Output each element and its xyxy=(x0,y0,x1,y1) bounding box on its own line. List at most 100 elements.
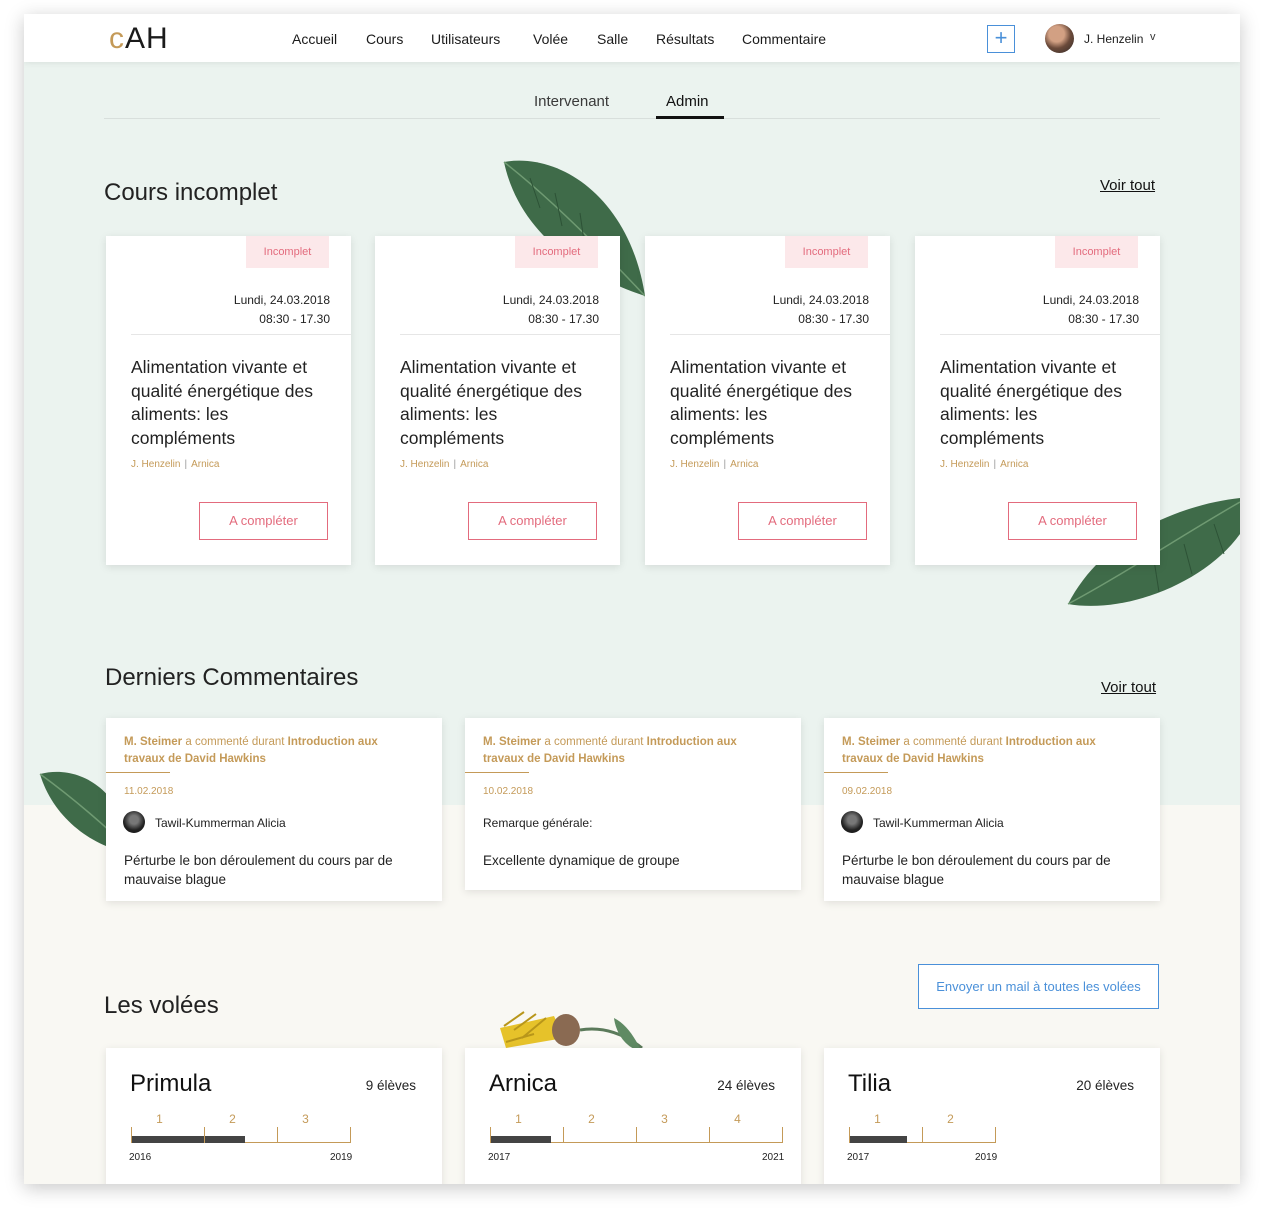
course-meta: J. Henzelin | Arnica xyxy=(670,459,758,470)
comment-subject[interactable]: Tawil-Kummerman Alicia xyxy=(155,816,286,830)
student-count: 9 élèves xyxy=(365,1078,416,1093)
course-title[interactable]: Alimentation vivante et qualité énergéti… xyxy=(131,356,336,450)
user-avatar[interactable] xyxy=(1045,24,1074,53)
year-label: 1 xyxy=(515,1112,522,1126)
meta-separator: | xyxy=(723,459,727,470)
meta-separator: | xyxy=(184,459,188,470)
end-year: 2019 xyxy=(330,1152,353,1163)
comments-view-all-link[interactable]: Voir tout xyxy=(1101,679,1156,696)
course-author[interactable]: J. Henzelin xyxy=(400,459,449,470)
volee-name: Arnica xyxy=(489,1070,558,1097)
year-label: 2 xyxy=(229,1112,236,1126)
comment-text: Pérturbe le bon déroulement du cours par… xyxy=(842,853,1111,887)
course-group[interactable]: Arnica xyxy=(1000,459,1028,470)
send-mail-all-volees-button[interactable]: Envoyer un mail à toutes les volées xyxy=(918,964,1159,1009)
comment-divider xyxy=(106,772,170,773)
nav-resultats[interactable]: Résultats xyxy=(656,31,714,47)
course-title[interactable]: Alimentation vivante et qualité énergéti… xyxy=(670,356,875,450)
volee-timeline: 1 2 2017 2019 xyxy=(847,1112,1149,1163)
flower-illustration xyxy=(500,1011,643,1052)
comment-subject[interactable]: Tawil-Kummerman Alicia xyxy=(873,816,1004,830)
tab-intervenant[interactable]: Intervenant xyxy=(534,93,609,110)
courses-section-title: Cours incomplet xyxy=(104,179,278,206)
user-name[interactable]: J. Henzelin xyxy=(1084,32,1143,46)
volee-name: Primula xyxy=(130,1070,212,1097)
course-title[interactable]: Alimentation vivante et qualité énergéti… xyxy=(940,356,1145,450)
course-group[interactable]: Arnica xyxy=(730,459,758,470)
comments-section-title: Derniers Commentaires xyxy=(105,664,359,691)
complete-course-button[interactable]: A compléter xyxy=(738,502,867,540)
course-group[interactable]: Arnica xyxy=(191,459,219,470)
comment-divider xyxy=(824,772,888,773)
add-button[interactable]: + xyxy=(987,25,1015,53)
course-title[interactable]: Alimentation vivante et qualité énergéti… xyxy=(400,356,605,450)
course-card[interactable]: Incomplet Lundi, 24.03.2018 08:30 - 17.30 A… xyxy=(915,236,1160,565)
comment-verb: a commenté durant xyxy=(903,736,1003,748)
year-label: 1 xyxy=(156,1112,163,1126)
logo[interactable]: cAH xyxy=(109,22,169,56)
course-author[interactable]: J. Henzelin xyxy=(940,459,989,470)
course-card[interactable]: Incomplet Lundi, 24.03.2018 08:30 - 17.30 A… xyxy=(106,236,351,565)
nav-commentaire[interactable]: Commentaire xyxy=(742,31,826,47)
nav-accueil[interactable]: Accueil xyxy=(292,31,337,47)
course-card[interactable]: Incomplet Lundi, 24.03.2018 08:30 - 17.30 A… xyxy=(645,236,890,565)
course-author[interactable]: J. Henzelin xyxy=(131,459,180,470)
courses-view-all-link[interactable]: Voir tout xyxy=(1100,177,1155,194)
course-date: Lundi, 24.03.2018 xyxy=(1042,293,1139,307)
incomplete-badge: Incomplet xyxy=(246,236,329,268)
timeline-progress xyxy=(849,1136,907,1143)
app-window: cAH Accueil Cours Utilisateurs Volée Sal… xyxy=(24,14,1240,1184)
comment-verb: a commenté durant xyxy=(185,736,285,748)
comment-card[interactable]: M. Steimer a commenté durant Introductio… xyxy=(465,718,801,890)
student-count: 20 élèves xyxy=(1076,1078,1134,1093)
card-divider xyxy=(400,334,620,335)
commenter-name[interactable]: M. Steimer xyxy=(124,736,182,748)
commenter-name[interactable]: M. Steimer xyxy=(842,736,900,748)
complete-course-button[interactable]: A compléter xyxy=(1008,502,1137,540)
course-time: 08:30 - 17.30 xyxy=(1068,312,1139,326)
course-meta: J. Henzelin | Arnica xyxy=(940,459,1028,470)
start-year: 2016 xyxy=(129,1152,152,1163)
comment-card[interactable]: M. Steimer a commenté durant Introductio… xyxy=(824,718,1160,901)
year-label: 4 xyxy=(734,1112,741,1126)
timeline-tick xyxy=(782,1127,783,1143)
comment-date: 11.02.2018 xyxy=(124,786,174,797)
comment-header: M. Steimer a commenté durant Introductio… xyxy=(124,734,414,768)
volee-card[interactable]: Primula 9 élèves 1 2 3 2016 2019 xyxy=(106,1048,442,1184)
card-divider xyxy=(670,334,890,335)
year-label: 1 xyxy=(874,1112,881,1126)
volee-card[interactable]: Tilia 20 élèves 1 2 2017 2019 xyxy=(824,1048,1160,1184)
end-year: 2019 xyxy=(975,1152,998,1163)
student-avatar xyxy=(841,811,863,833)
course-author[interactable]: J. Henzelin xyxy=(670,459,719,470)
start-year: 2017 xyxy=(488,1152,511,1163)
timeline-tick xyxy=(277,1127,278,1143)
year-label: 3 xyxy=(661,1112,668,1126)
course-date: Lundi, 24.03.2018 xyxy=(233,293,330,307)
chevron-down-icon[interactable]: v xyxy=(1150,31,1156,43)
comment-divider xyxy=(465,772,529,773)
student-count: 24 élèves xyxy=(717,1078,775,1093)
comment-card[interactable]: M. Steimer a commenté durant Introductio… xyxy=(106,718,442,901)
student-avatar xyxy=(123,811,145,833)
course-card[interactable]: Incomplet Lundi, 24.03.2018 08:30 - 17.30 A… xyxy=(375,236,620,565)
nav-salle[interactable]: Salle xyxy=(597,31,628,47)
complete-course-button[interactable]: A compléter xyxy=(199,502,328,540)
course-meta: J. Henzelin | Arnica xyxy=(131,459,219,470)
year-label: 2 xyxy=(947,1112,954,1126)
tab-admin[interactable]: Admin xyxy=(666,93,709,110)
volee-timeline: 1 2 3 2016 2019 xyxy=(129,1112,431,1163)
incomplete-badge: Incomplet xyxy=(1055,236,1138,268)
meta-separator: | xyxy=(453,459,457,470)
volees-section-title: Les volées xyxy=(104,992,219,1019)
course-group[interactable]: Arnica xyxy=(460,459,488,470)
volee-name: Tilia xyxy=(848,1070,892,1097)
commenter-name[interactable]: M. Steimer xyxy=(483,736,541,748)
volee-card[interactable]: Arnica 24 élèves 1 2 3 4 2017 2021 xyxy=(465,1048,801,1184)
timeline-tick xyxy=(350,1127,351,1143)
complete-course-button[interactable]: A compléter xyxy=(468,502,597,540)
timeline-tick xyxy=(490,1127,491,1143)
nav-utilisateurs[interactable]: Utilisateurs xyxy=(431,31,500,47)
nav-cours[interactable]: Cours xyxy=(366,31,403,47)
nav-volee[interactable]: Volée xyxy=(533,31,568,47)
